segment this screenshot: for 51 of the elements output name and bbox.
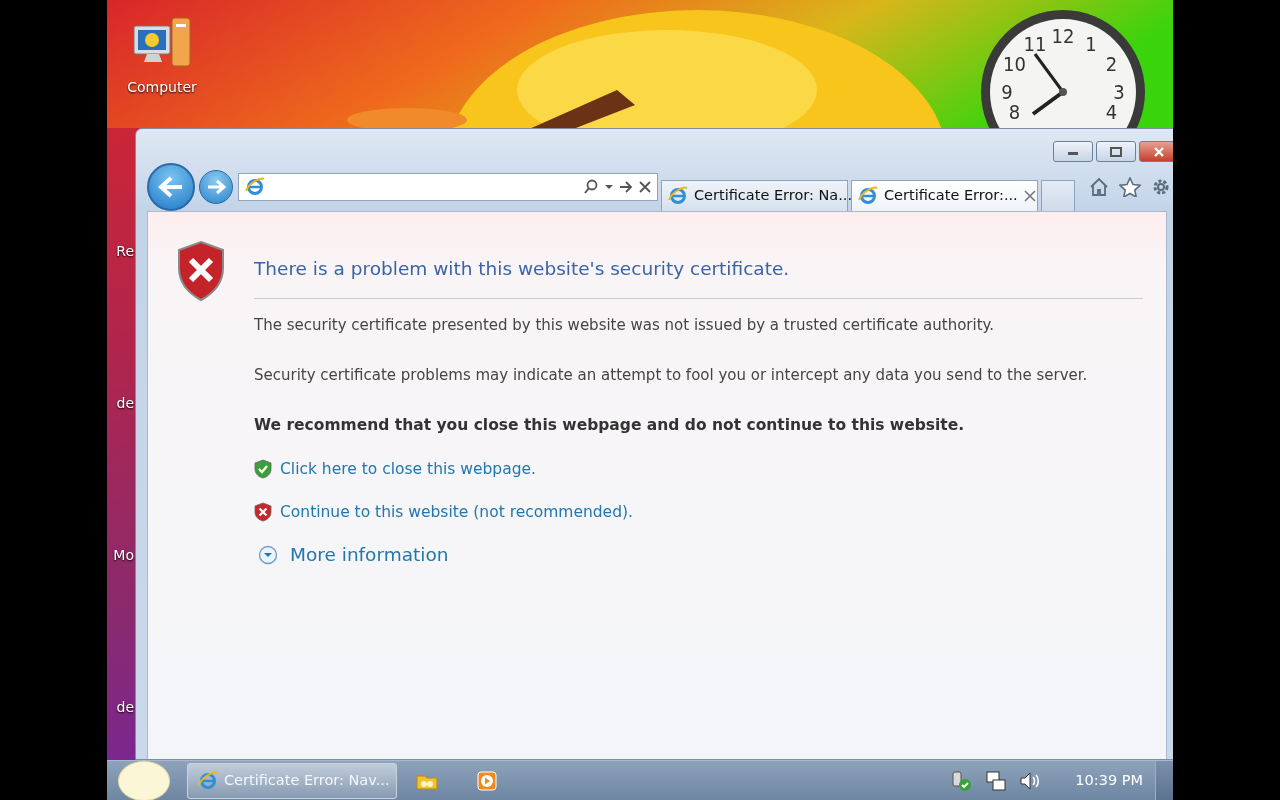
- clock-hands: [1031, 53, 1067, 116]
- start-button[interactable]: [118, 760, 170, 800]
- clock-numeral: 12: [1051, 24, 1075, 48]
- error-paragraph: The security certificate presented by this website was not issued by a trusted certificate authority.: [254, 315, 996, 336]
- error-heading: There is a problem with this website's security certificate.: [254, 257, 791, 281]
- browser-icon: [198, 770, 218, 791]
- back-button[interactable]: [147, 163, 195, 211]
- desktop-icon-label[interactable]: Re: [116, 240, 134, 262]
- search-icon[interactable]: [583, 179, 599, 195]
- x-shield-icon: [254, 502, 272, 522]
- media-play-icon: [477, 770, 497, 791]
- check-shield-icon: [254, 459, 272, 479]
- maximize-button[interactable]: [1096, 141, 1136, 162]
- browser-icon: [245, 177, 265, 197]
- desktop-icon-label[interactable]: de: [116, 392, 134, 414]
- more-information-link[interactable]: More information: [290, 542, 449, 568]
- back-arrow-icon: [158, 176, 184, 198]
- desktop-icon-label[interactable]: Mo: [113, 544, 134, 566]
- minimize-button[interactable]: [1053, 141, 1093, 162]
- forward-arrow-icon: [206, 179, 226, 195]
- close-tab-icon[interactable]: [1023, 190, 1036, 202]
- caret-icon[interactable]: [605, 184, 613, 190]
- clock-numeral: 2: [1105, 52, 1118, 76]
- option-link[interactable]: Continue to this website (not recommended).: [280, 499, 633, 525]
- close-icon: [1153, 146, 1165, 157]
- network-icon[interactable]: [985, 769, 1008, 792]
- expand-icon[interactable]: [258, 545, 278, 565]
- browser-icon: [668, 186, 688, 206]
- desktop-icon-label[interactable]: de: [116, 696, 134, 718]
- clock-numeral: 10: [1003, 52, 1026, 76]
- clock-numeral: 11: [1023, 31, 1047, 56]
- forward-button[interactable]: [199, 170, 233, 204]
- browser-icon: [858, 186, 878, 206]
- option-link[interactable]: Click here to close this webpage.: [280, 456, 536, 482]
- favorites-star-icon[interactable]: [1119, 177, 1141, 197]
- safely-remove-icon[interactable]: [949, 769, 974, 792]
- recommendation-text: We recommend that you close this webpage and do not continue to this website.: [254, 415, 966, 436]
- close-window-button[interactable]: [1139, 141, 1173, 162]
- clock-numeral: 1: [1085, 31, 1097, 56]
- taskbar-clock[interactable]: 10:39 PM: [1075, 769, 1143, 792]
- error-shield-icon: [176, 240, 226, 302]
- browser-tab[interactable]: Certificate Error:...: [851, 180, 1038, 211]
- settings-icon[interactable]: [1151, 177, 1171, 197]
- stop-icon[interactable]: [639, 181, 651, 193]
- volume-icon[interactable]: [1019, 770, 1042, 791]
- maximize-icon: [1110, 146, 1122, 157]
- address-bar[interactable]: [238, 173, 658, 201]
- desktop-icon-label[interactable]: Computer: [127, 76, 197, 98]
- home-icon[interactable]: [1089, 177, 1109, 197]
- error-paragraph: Security certificate problems may indicate an attempt to fool you or intercept any data you send to the server.: [254, 365, 1089, 386]
- go-icon[interactable]: [619, 181, 633, 193]
